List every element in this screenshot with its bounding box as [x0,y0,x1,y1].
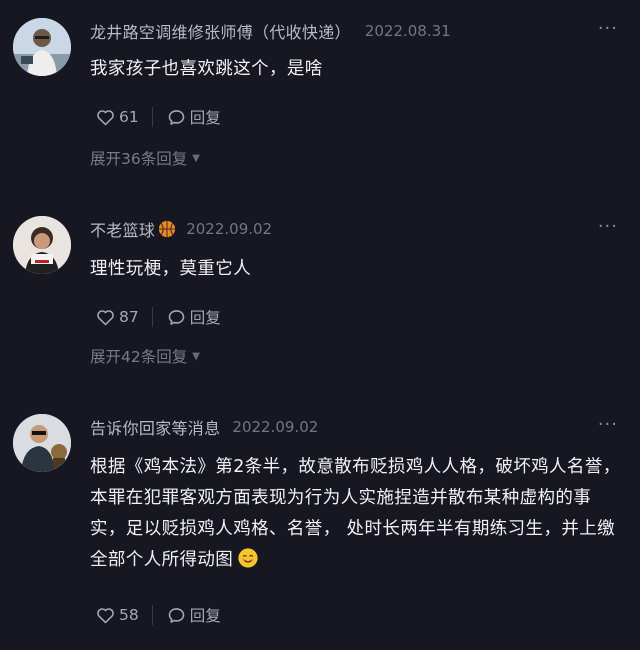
chat-bubble-icon [168,309,185,325]
reply-label: 回复 [189,309,221,327]
comment-date: 2022.09.02 [232,418,319,436]
reply-button[interactable]: 回复 [166,306,221,328]
more-options-icon[interactable]: ··· [598,218,618,236]
expand-replies-label: 展开36条回复 [90,150,188,168]
comment-date: 2022.09.02 [186,220,273,238]
username[interactable]: 不老篮球 [90,217,155,241]
expand-replies-label: 展开42条回复 [90,348,188,366]
like-button[interactable]: 58 [95,605,139,626]
avatar[interactable] [13,216,71,274]
avatar[interactable] [13,18,71,76]
username[interactable]: 告诉你回家等消息 [90,415,220,439]
comment-date: 2022.08.31 [364,22,451,40]
reply-label: 回复 [189,607,221,625]
chevron-down-icon: ▼ [192,152,200,164]
smiling-face-emoji [237,547,259,569]
heart-icon [97,309,114,325]
divider [151,605,153,625]
more-options-icon[interactable]: ··· [598,416,618,434]
basketball-icon [158,220,176,238]
like-count: 87 [119,308,139,326]
comment-feed: 龙井路空调维修张师傅（代收快递） 2022.08.31 ··· 我家孩子也喜欢跳… [0,0,640,650]
username[interactable]: 龙井路空调维修张师傅（代收快递） [90,19,351,43]
comment-text: 理性玩梗，莫重它人 [90,259,252,279]
chat-bubble-icon [168,109,185,125]
expand-replies-button[interactable]: 展开36条回复 ▼ [90,146,200,170]
like-button[interactable]: 61 [95,107,139,128]
comment-text-body: 根据《鸡本法》第2条半，故意散布贬损鸡人人格，破坏鸡人名誉，本罪在犯罪客观方面表… [90,457,621,570]
reply-button[interactable]: 回复 [166,604,221,626]
divider [151,107,153,127]
expand-replies-button[interactable]: 展开42条回复 ▼ [90,344,200,368]
like-button[interactable]: 87 [95,307,139,328]
avatar[interactable] [13,414,71,472]
like-count: 58 [119,606,139,624]
like-count: 61 [119,108,139,126]
reply-label: 回复 [189,109,221,127]
heart-icon [97,109,114,125]
comment-text: 我家孩子也喜欢跳这个，是啥 [90,59,323,79]
chat-bubble-icon [168,607,185,623]
heart-icon [97,607,114,623]
more-options-icon[interactable]: ··· [598,20,618,38]
divider [151,307,153,327]
comment-text: 根据《鸡本法》第2条半，故意散布贬损鸡人人格，破坏鸡人名誉，本罪在犯罪客观方面表… [90,452,626,576]
reply-button[interactable]: 回复 [166,106,221,128]
chevron-down-icon: ▼ [192,350,200,362]
